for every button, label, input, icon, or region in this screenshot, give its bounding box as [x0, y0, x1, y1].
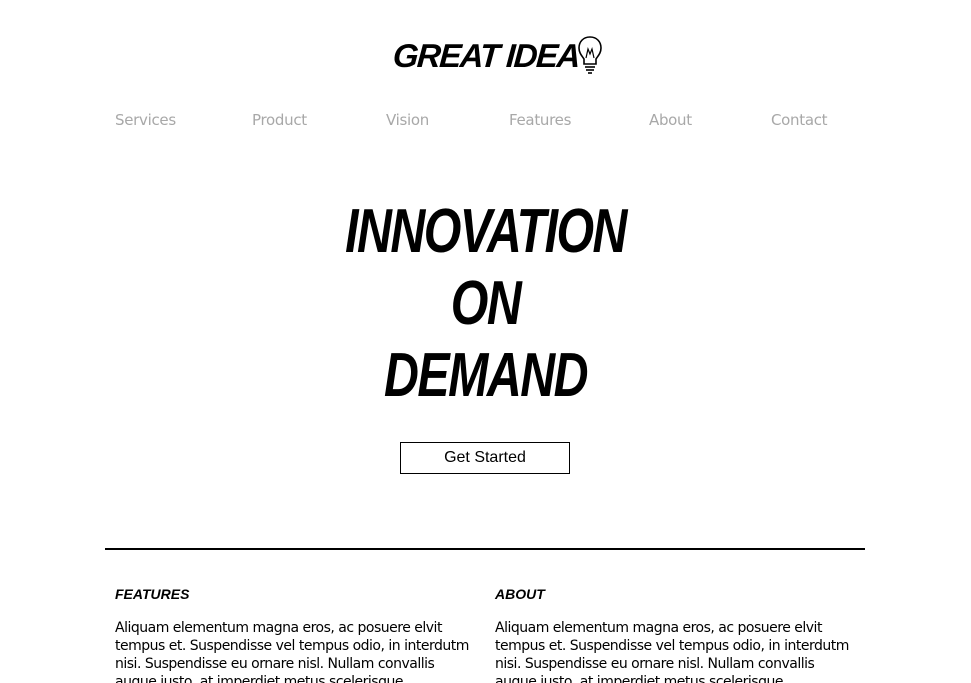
logo-text: GREAT IDEA: [391, 37, 581, 74]
lightbulb-icon: [578, 36, 602, 74]
get-started-button[interactable]: Get Started: [400, 442, 570, 474]
section-title: FEATURES: [115, 586, 190, 602]
hero-headline: INNOVATION ON DEMAND: [0, 196, 971, 412]
about-section: ABOUT Aliquam elementum magna eros, ac p…: [495, 584, 855, 683]
nav-item-services[interactable]: Services: [115, 111, 176, 129]
section-body: Aliquam elementum magna eros, ac posuere…: [495, 620, 849, 683]
nav-item-contact[interactable]: Contact: [771, 111, 828, 129]
hero-headline-line: ON: [450, 269, 522, 338]
logo-link[interactable]: GREAT IDEA: [391, 34, 603, 76]
nav-item-about[interactable]: About: [649, 111, 692, 129]
section-divider: [105, 548, 865, 550]
section-body: Aliquam elementum magna eros, ac posuere…: [115, 620, 469, 683]
nav-item-vision[interactable]: Vision: [386, 111, 429, 129]
hero-section: INNOVATION ON DEMAND: [0, 196, 971, 412]
nav-item-product[interactable]: Product: [252, 111, 307, 129]
hero-headline-line: INNOVATION: [345, 197, 627, 266]
features-section: FEATURES Aliquam elementum magna eros, a…: [115, 584, 475, 683]
nav-item-features[interactable]: Features: [509, 111, 571, 129]
hero-headline-line: DEMAND: [384, 341, 588, 410]
main-nav: Services Product Vision Features About C…: [0, 111, 971, 133]
section-title: ABOUT: [495, 586, 545, 602]
